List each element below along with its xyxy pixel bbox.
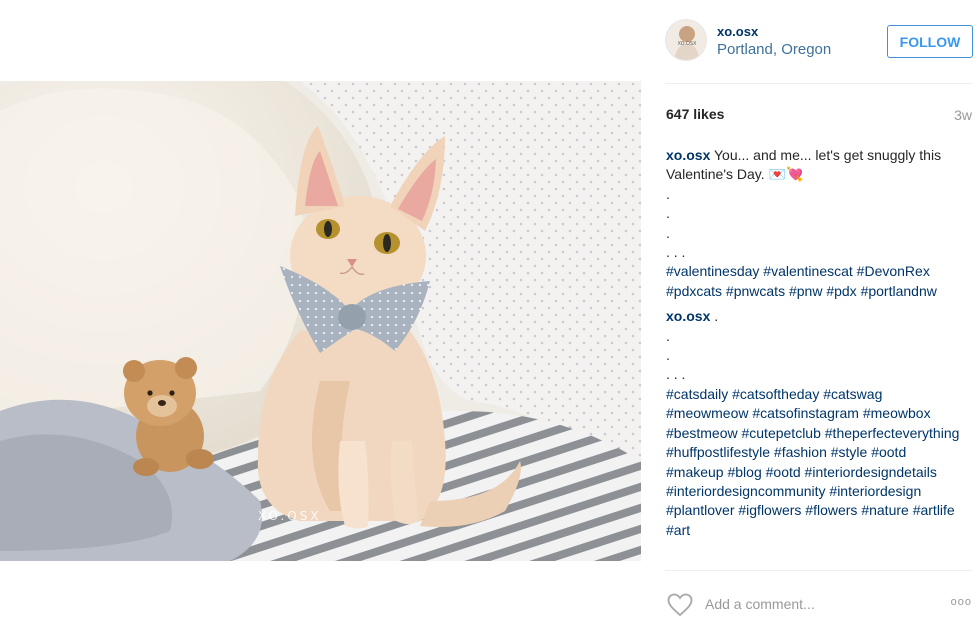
post-sidebar: XO.OSX xo.osx Portland, Oregon FOLLOW 64…	[641, 0, 980, 638]
header-divider	[665, 83, 972, 84]
comment-username[interactable]: xo.osx	[666, 147, 710, 163]
follow-button[interactable]: FOLLOW	[887, 25, 973, 58]
comment-dot: .	[666, 327, 670, 344]
comment-dot: .	[666, 224, 670, 241]
comment-dot: . . .	[666, 366, 686, 383]
add-comment-input[interactable]	[705, 592, 935, 616]
more-options-icon[interactable]: ooo	[951, 596, 972, 608]
like-heart-icon[interactable]	[667, 593, 693, 617]
likes-count[interactable]: 647 likes	[666, 106, 724, 122]
avatar-text: XO.OSX	[678, 41, 698, 47]
comment-dot: .	[666, 185, 670, 202]
avatar[interactable]: XO.OSX	[665, 19, 707, 61]
post-photo[interactable]: XO.OSX	[0, 81, 641, 561]
post-header: XO.OSX xo.osx Portland, Oregon FOLLOW	[641, 0, 980, 83]
comment-dot: .	[666, 347, 670, 364]
comment-text: .	[710, 308, 719, 325]
comment-hashtags[interactable]: #valentinesday #valentinescat #DevonRex …	[666, 262, 966, 301]
comment-divider	[665, 570, 972, 571]
username-link[interactable]: xo.osx	[717, 24, 758, 39]
comment-hashtags[interactable]: #catsdaily #catsoftheday #catswag #meowm…	[666, 385, 966, 540]
cat-photo-image	[0, 81, 641, 561]
comment-dot: .	[666, 205, 670, 222]
avatar-image: XO.OSX	[666, 20, 706, 60]
comment-dot: . . .	[666, 244, 686, 261]
comments-list[interactable]: xo.osx You... and me... let's get snuggl…	[666, 146, 966, 569]
photo-watermark: XO.OSX	[258, 509, 322, 523]
post-age[interactable]: 3w	[954, 107, 972, 123]
comment-item: xo.osx . . . . . . #catsdaily #catsofthe…	[666, 307, 966, 540]
location-link[interactable]: Portland, Oregon	[717, 41, 831, 58]
comment-username[interactable]: xo.osx	[666, 308, 710, 324]
comment-item: xo.osx You... and me... let's get snuggl…	[666, 146, 966, 301]
